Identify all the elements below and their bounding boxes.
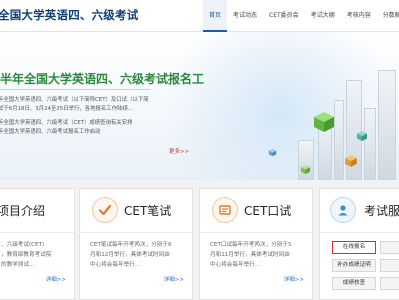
online-registration-button[interactable]: 在线报名 bbox=[332, 241, 376, 254]
nav-score[interactable]: 分数解释 bbox=[377, 0, 399, 32]
service-button-right[interactable] bbox=[380, 259, 399, 272]
banner-divider bbox=[0, 89, 150, 90]
card-title[interactable]: 项目介绍 bbox=[0, 202, 45, 219]
score-check-button[interactable]: 成绩核查 bbox=[332, 277, 376, 290]
card-more-link[interactable]: 详细>> bbox=[164, 275, 184, 283]
card-title[interactable]: 考试服务 bbox=[364, 202, 399, 219]
card-text-line: CET口试每年开考两次，分别于5 bbox=[210, 242, 292, 248]
certificate-reissue-button[interactable]: 补办成绩证明 bbox=[332, 259, 376, 272]
card-header: 考试服务 bbox=[320, 189, 399, 233]
nav-syllabus[interactable]: 考试大纲 bbox=[305, 0, 341, 32]
card-text-line: ，教育部教育考试院 bbox=[1, 252, 52, 258]
nav-exam-news[interactable]: 考试动态 bbox=[227, 0, 263, 32]
card-text-line: 中心将会每年举行... bbox=[90, 262, 141, 268]
card-header: CET口试 bbox=[200, 189, 312, 233]
card-text-line: 中心将会每年举行... bbox=[210, 262, 261, 268]
card-text-line: 的教学测试... bbox=[1, 262, 35, 268]
news-item[interactable]: 年全国大学英语四、六级考试报名工作启动 bbox=[0, 128, 198, 137]
card-header: CET笔试 bbox=[80, 189, 192, 233]
card-text-line: 月和11月举行，具体考试时间由 bbox=[210, 252, 290, 258]
banner-title[interactable]: 半年全国大学英语四、六级考试报名工 bbox=[0, 70, 204, 87]
green-small-cube-icon bbox=[300, 164, 311, 175]
card-text-line: 月和12月举行，具体考试时间由 bbox=[90, 252, 170, 258]
hero-banner: 半年全国大学英语四、六级考试报名工 年全国大学英语四、六级考试（以下简称CET）… bbox=[0, 32, 399, 180]
main-nav: 首页 考试动态 CET委员会 考试大纲 考核内容 分数解释 bbox=[203, 0, 399, 32]
banner-more-link[interactable]: 更多>> bbox=[169, 147, 189, 155]
orange-cube-icon bbox=[345, 155, 357, 167]
document-icon bbox=[212, 197, 238, 223]
news-item[interactable]: 试于6月18日、3月24至25日举行，各地报名工作陆续... bbox=[0, 105, 198, 114]
building bbox=[364, 108, 376, 180]
building bbox=[378, 70, 396, 180]
nav-cet-committee[interactable]: CET委员会 bbox=[263, 0, 305, 32]
card-text-line: 、六级考试(CET) bbox=[1, 242, 45, 248]
teal-cube-icon bbox=[357, 131, 367, 141]
news-list: 年全国大学英语四、六级考试（以下简称CET）及口试（以下简 试于6月18日、3月… bbox=[0, 96, 198, 137]
news-item[interactable]: 年全国大学英语四、六级考试（以下简称CET）及口试（以下简 bbox=[0, 96, 198, 105]
green-cube-icon bbox=[314, 112, 334, 132]
check-icon bbox=[92, 197, 118, 223]
card-cet-oral: CET口试 CET口试每年开考两次，分别于5 月和11月举行，具体考试时间由 中… bbox=[199, 188, 313, 300]
card-title[interactable]: CET笔试 bbox=[124, 202, 171, 219]
card-description: CET笔试每年开考两次，分别于6 月和12月举行，具体考试时间由 中心将会每年举… bbox=[90, 240, 186, 270]
site-title[interactable]: 全国大学英语四、六级考试 bbox=[0, 7, 138, 23]
card-project-intro: 项目介绍 、六级考试(CET) ，教育部教育考试院 的教学测试... 详细>> bbox=[0, 188, 75, 300]
card-more-link[interactable]: 详细>> bbox=[284, 275, 304, 283]
nav-content[interactable]: 考核内容 bbox=[341, 0, 377, 32]
card-description: 、六级考试(CET) ，教育部教育考试院 的教学测试... bbox=[1, 240, 68, 270]
card-description: CET口试每年开考两次，分别于5 月和11月举行，具体考试时间由 中心将会每年举… bbox=[210, 240, 306, 270]
card-exam-service: 考试服务 在线报名 补办成绩证明 成绩核查 bbox=[319, 188, 399, 300]
news-item[interactable]: 年全国大学英语四、六级考试（CET）成绩查询有关安排 bbox=[0, 119, 198, 128]
card-text-line: CET笔试每年开考两次，分别于6 bbox=[90, 242, 172, 248]
card-header: 项目介绍 bbox=[0, 189, 74, 233]
card-cet-written: CET笔试 CET笔试每年开考两次，分别于6 月和12月举行，具体考试时间由 中… bbox=[79, 188, 193, 300]
card-title[interactable]: CET口试 bbox=[244, 202, 291, 219]
site-header: 全国大学英语四、六级考试 首页 考试动态 CET委员会 考试大纲 考核内容 分数… bbox=[0, 0, 399, 32]
service-button-right[interactable] bbox=[380, 241, 399, 254]
blue-small-cube-icon bbox=[268, 148, 277, 157]
service-button-right[interactable] bbox=[380, 277, 399, 290]
user-icon bbox=[330, 197, 356, 223]
card-more-link[interactable]: 详细>> bbox=[46, 275, 66, 283]
nav-home[interactable]: 首页 bbox=[203, 0, 228, 32]
